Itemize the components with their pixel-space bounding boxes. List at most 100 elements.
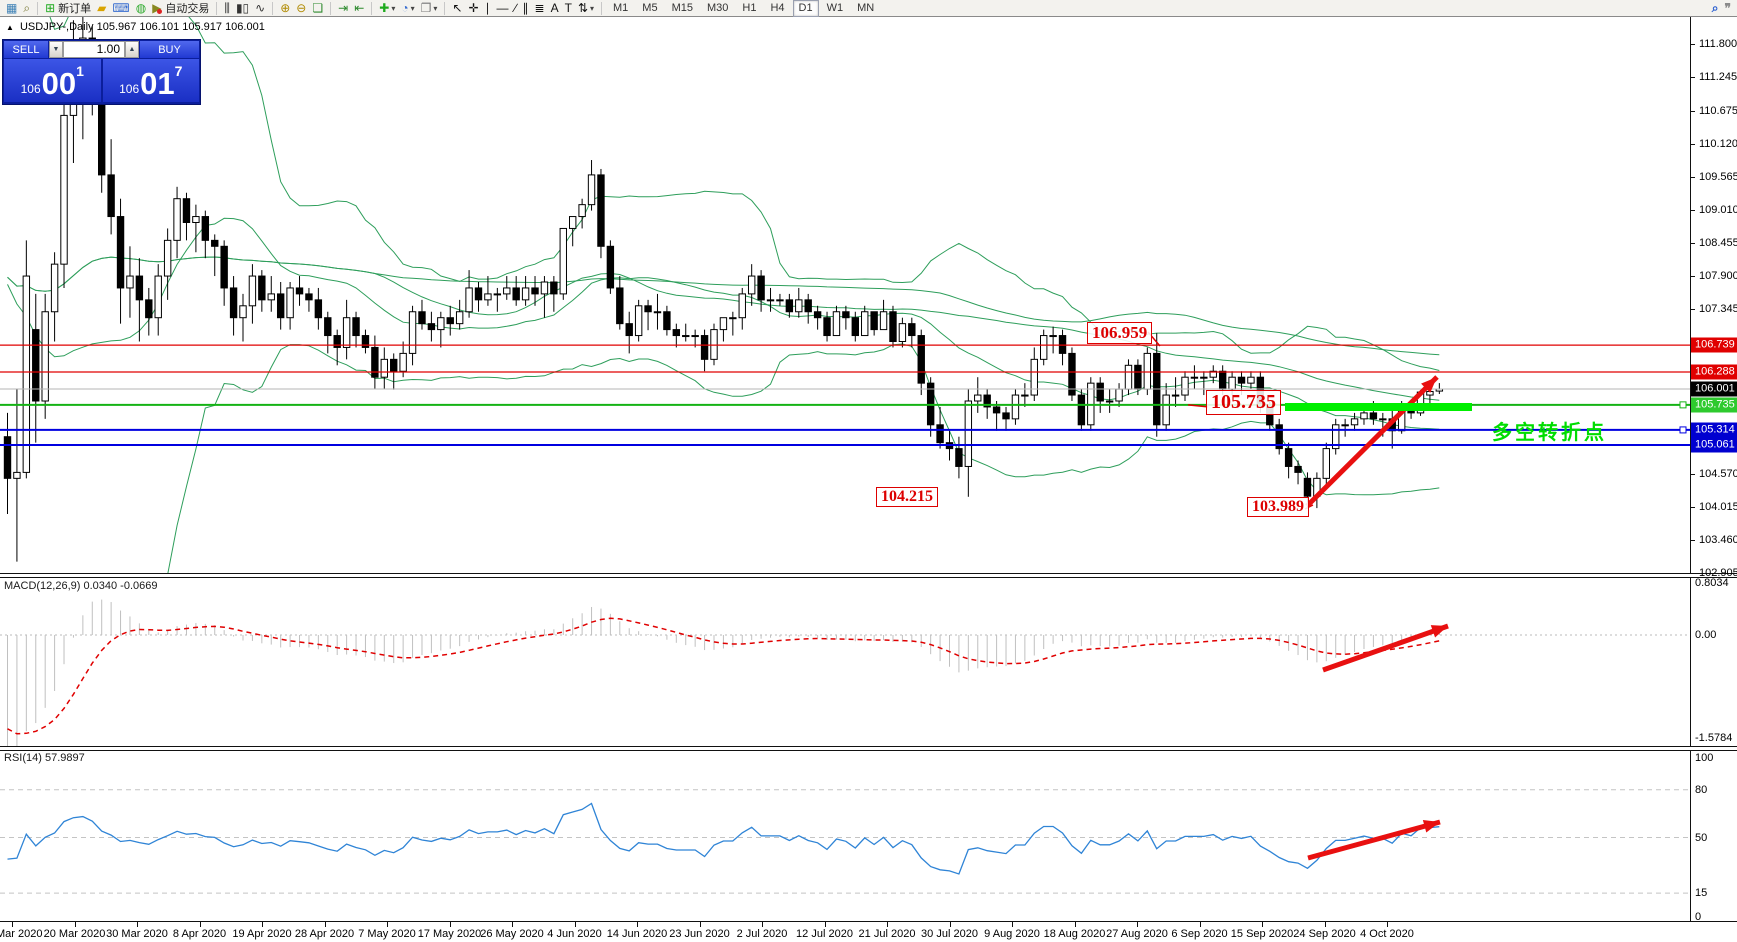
preview-icon: ⌕ (23, 1, 30, 16)
timeframe-button-d1[interactable]: D1 (793, 0, 819, 17)
dropdown-arrow-icon[interactable]: ▾ (411, 4, 415, 13)
time-axis-label: 19 Apr 2020 (232, 928, 291, 940)
price-axis-tick (1690, 507, 1695, 508)
tile-windows-icon[interactable]: ❏ (309, 1, 326, 16)
price-chart-pane[interactable] (0, 17, 1690, 573)
dropdown-arrow-icon[interactable]: ▾ (590, 4, 594, 13)
autotrade-icon[interactable]: ▶自动交易 (149, 1, 212, 16)
templates-icon[interactable]: ❐▾ (418, 1, 441, 16)
timeframe-button-m1[interactable]: M1 (607, 0, 634, 17)
periods-icon[interactable]: ◔▾ (398, 1, 417, 16)
pane-separator[interactable] (0, 573, 1737, 578)
time-axis-label: 24 Sep 2020 (1293, 928, 1355, 940)
fibonacci-icon[interactable]: ≣ (532, 1, 548, 16)
time-axis-label: 4 Oct 2020 (1360, 928, 1414, 940)
cursor-icon[interactable]: ↖ (449, 1, 465, 16)
toolbar-separator (216, 2, 217, 15)
time-axis[interactable]: 11 Mar 202020 Mar 202030 Mar 20208 Apr 2… (0, 921, 1737, 942)
timeframe-button-mn[interactable]: MN (851, 0, 880, 17)
templates-icon: ❐ (421, 1, 432, 16)
dropdown-arrow-icon[interactable]: ▾ (433, 4, 437, 13)
sell-button[interactable]: SELL (4, 41, 48, 58)
sell-price-button[interactable]: 106 00 1 (4, 59, 101, 102)
time-axis-tick (700, 922, 701, 927)
indicators-icon: ✚ (379, 1, 389, 16)
rsi-axis-label: 0 (1695, 911, 1701, 923)
price-callout-106.959[interactable]: 106.959 (1087, 322, 1152, 344)
rsi-axis-label: 50 (1695, 832, 1707, 844)
buy-price-button[interactable]: 106 01 7 (103, 59, 200, 102)
annotation-note[interactable]: 多空转折点 (1492, 416, 1607, 445)
zoom-in-icon[interactable]: ⊕ (277, 1, 293, 16)
chart-title: ▲ USDJPY-,Daily 105.967 106.101 105.917 … (6, 21, 265, 33)
time-axis-label: 4 Jun 2020 (547, 928, 601, 940)
price-axis-tick (1690, 111, 1695, 112)
time-axis-label: 6 Sep 2020 (1171, 928, 1227, 940)
buy-button[interactable]: BUY (140, 41, 199, 58)
timeframe-button-m30[interactable]: M30 (701, 0, 734, 17)
time-axis-tick (637, 922, 638, 927)
highlight-rectangle[interactable] (1285, 403, 1472, 411)
tile-windows-icon: ❏ (312, 1, 323, 16)
line-chart-icon[interactable]: ∿ (252, 1, 268, 16)
signal-icon[interactable]: ◍ (133, 1, 149, 16)
chart-windows-icon: ▦ (6, 1, 17, 16)
search-icon[interactable]: ⌕ (1709, 1, 1722, 16)
macd-pane[interactable] (0, 577, 1690, 746)
text-icon[interactable]: A (548, 1, 562, 16)
time-axis-tick (950, 922, 951, 927)
crosshair-icon[interactable]: ✛ (465, 1, 481, 16)
toolbar-separator (444, 2, 445, 15)
price-axis-label: 104.015 (1699, 501, 1737, 513)
label-icon[interactable]: T (562, 1, 575, 16)
time-axis-tick (1137, 922, 1138, 927)
chat-icon[interactable]: ❞ (1722, 1, 1734, 16)
trendline-icon[interactable]: ∕ (512, 1, 520, 16)
vertical-line-icon[interactable]: ∣ (482, 1, 494, 16)
fibonacci-icon: ≣ (535, 1, 545, 16)
toolbar: ▦⌕⊞新订单▰⌨◍▶自动交易⫼▮▯∿⊕⊖❏⇥⇤✚▾◔▾❐▾↖✛∣—∕∥≣AT⇅▾… (0, 0, 1737, 17)
collapse-triangle-icon[interactable]: ▲ (6, 23, 14, 32)
bar-chart-icon[interactable]: ⫼ (221, 1, 233, 16)
chart-shift-icon[interactable]: ⇤ (351, 1, 367, 16)
channel-icon[interactable]: ∥ (520, 1, 532, 16)
pane-separator[interactable] (0, 746, 1737, 751)
volume-decrease-button[interactable]: ▼ (49, 41, 63, 58)
timeframe-button-w1[interactable]: W1 (821, 0, 850, 17)
arrows-icon: ⇅ (578, 1, 588, 16)
price-axis-tick (1690, 144, 1695, 145)
dropdown-arrow-icon[interactable]: ▾ (391, 4, 395, 13)
toolbar-separator (330, 2, 331, 15)
gold-bar-icon[interactable]: ▰ (94, 1, 109, 16)
volume-input[interactable]: 1.00 (63, 41, 125, 58)
price-axis-tick (1690, 243, 1695, 244)
arrows-icon[interactable]: ⇅▾ (575, 1, 597, 16)
price-callout-103.989[interactable]: 103.989 (1247, 497, 1309, 517)
timeframe-button-m15[interactable]: M15 (666, 0, 699, 17)
time-axis-label: 14 Jun 2020 (607, 928, 668, 940)
timeframe-button-m5[interactable]: M5 (636, 0, 663, 17)
price-callout-105.735[interactable]: 105.735 (1206, 390, 1281, 415)
price-axis-label: 107.900 (1699, 270, 1737, 282)
candlestick-icon[interactable]: ▮▯ (233, 1, 252, 16)
preview-icon[interactable]: ⌕ (20, 1, 33, 16)
terminal-icon[interactable]: ⌨ (109, 1, 132, 16)
indicators-icon[interactable]: ✚▾ (376, 1, 398, 16)
toolbar-separator (601, 2, 602, 15)
volume-increase-button[interactable]: ▲ (125, 41, 139, 58)
chart-windows-icon[interactable]: ▦ (3, 1, 20, 16)
auto-scroll-icon[interactable]: ⇥ (335, 1, 351, 16)
cursor-icon: ↖ (452, 1, 462, 16)
price-callout-104.215[interactable]: 104.215 (876, 487, 938, 507)
price-axis-label: 107.345 (1699, 303, 1737, 315)
zoom-out-icon[interactable]: ⊖ (293, 1, 309, 16)
time-axis-tick (887, 922, 888, 927)
sell-price-figure: 106 (21, 79, 41, 99)
timeframe-button-h4[interactable]: H4 (764, 0, 790, 17)
new-order-icon[interactable]: ⊞新订单 (42, 1, 94, 16)
time-axis-label: 17 May 2020 (418, 928, 482, 940)
horizontal-line-icon[interactable]: — (494, 1, 512, 16)
price-axis-label: 104.570 (1699, 468, 1737, 480)
timeframe-button-h1[interactable]: H1 (736, 0, 762, 17)
rsi-pane[interactable] (0, 750, 1690, 921)
